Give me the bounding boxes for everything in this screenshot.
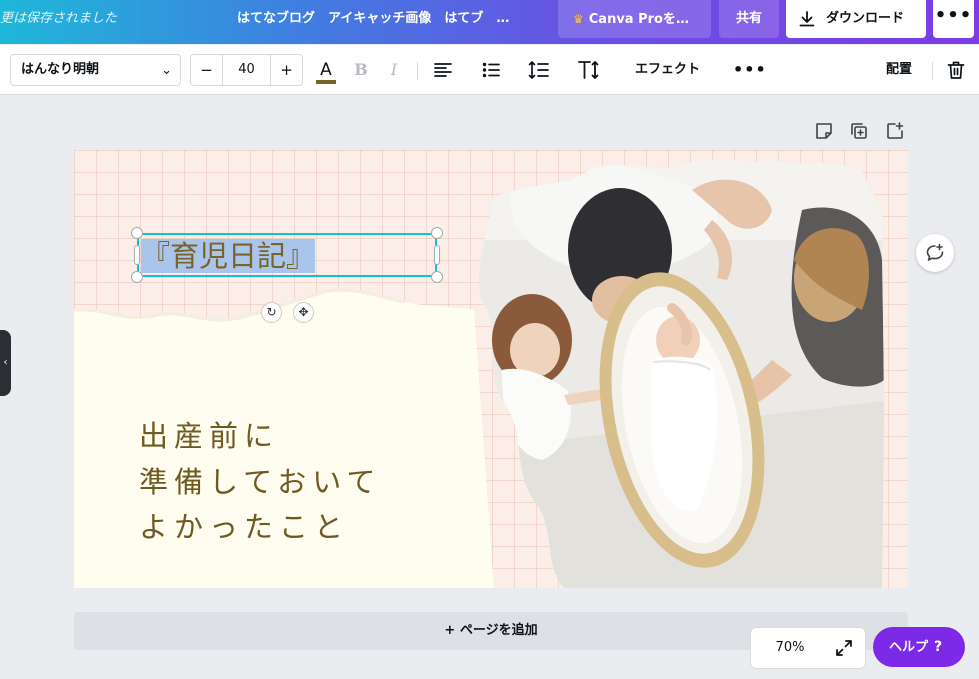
download-icon <box>799 11 815 27</box>
chevron-down-icon: ⌄ <box>161 63 172 78</box>
help-button[interactable]: ヘルプ? <box>873 627 965 667</box>
fullscreen-icon[interactable] <box>834 638 854 658</box>
font-size-stepper: − 40 + <box>190 54 303 86</box>
save-status: 更は保存されました <box>0 11 118 26</box>
question-icon: ? <box>934 639 943 655</box>
resize-handle-top-right[interactable] <box>431 227 443 239</box>
position-button[interactable]: 配置 <box>877 54 921 86</box>
top-bar: 更は保存されました はてなブログ アイキャッチ画像 はてブ … ♛ Canva P… <box>0 0 979 44</box>
bullet-list-icon <box>482 62 500 78</box>
more-menu-button[interactable]: ••• <box>933 0 974 38</box>
effects-button[interactable]: エフェクト <box>620 54 715 86</box>
resize-handle-right[interactable] <box>434 245 440 265</box>
line-spacing-icon <box>528 61 549 79</box>
decrease-font-size-button[interactable]: − <box>191 55 223 85</box>
trash-icon <box>947 61 965 79</box>
text-color-button[interactable]: A <box>314 54 338 86</box>
chevron-left-icon: ‹ <box>3 357 8 368</box>
toolbar-more-button[interactable]: ••• <box>733 54 766 86</box>
font-family-dropdown[interactable]: はんなり明朝 ⌄ <box>10 54 181 86</box>
italic-button[interactable]: I <box>383 54 405 86</box>
spacing-button[interactable] <box>527 54 551 86</box>
toolbar-divider <box>417 62 418 80</box>
move-button[interactable]: ✥ <box>293 302 314 323</box>
note-icon[interactable] <box>814 121 834 141</box>
text-color-swatch <box>316 80 336 84</box>
bold-button[interactable]: B <box>350 54 372 86</box>
text-size-button[interactable] <box>576 54 602 86</box>
text-color-glyph: A <box>320 60 332 80</box>
add-page-icon[interactable] <box>885 121 905 141</box>
font-family-value: はんなり明朝 <box>21 62 100 77</box>
resize-handle-left[interactable] <box>134 245 140 265</box>
list-button[interactable] <box>479 54 503 86</box>
add-comment-button[interactable] <box>916 234 954 272</box>
project-title[interactable]: はてなブログ アイキャッチ画像 はてブ … <box>237 0 509 38</box>
body-text-line-1[interactable]: 出産前に <box>139 416 279 456</box>
delete-button[interactable] <box>943 54 969 86</box>
collapse-panel-handle[interactable]: ‹ <box>0 330 11 396</box>
download-label: ダウンロード <box>826 11 905 26</box>
title-text[interactable]: 『育児日記』 <box>141 236 316 276</box>
toolbar-divider <box>932 62 933 80</box>
align-left-icon <box>434 63 452 77</box>
rotate-icon: ↻ <box>266 305 277 319</box>
comment-add-icon <box>926 243 944 261</box>
share-button[interactable]: 共有 <box>719 0 779 38</box>
resize-handle-bottom-right[interactable] <box>431 271 443 283</box>
canva-pro-label: Canva Proを… <box>588 12 689 27</box>
text-size-icon <box>578 61 599 79</box>
canva-pro-button[interactable]: ♛ Canva Proを… <box>558 0 711 38</box>
crown-icon: ♛ <box>573 12 584 26</box>
increase-font-size-button[interactable]: + <box>270 55 302 85</box>
rotate-button[interactable]: ↻ <box>261 302 282 323</box>
family-photo[interactable] <box>472 150 892 588</box>
body-text-line-2[interactable]: 準備しておいて <box>139 462 381 502</box>
body-text-line-3[interactable]: よかったこと <box>139 507 349 547</box>
duplicate-icon[interactable] <box>849 121 869 141</box>
selected-title-text: 『育児日記』 <box>141 239 316 273</box>
align-button[interactable] <box>431 54 455 86</box>
zoom-level[interactable]: 70% <box>751 628 829 668</box>
help-label: ヘルプ <box>889 640 929 655</box>
download-button[interactable]: ダウンロード <box>786 0 926 38</box>
move-icon: ✥ <box>298 305 309 319</box>
resize-handle-top-left[interactable] <box>131 227 143 239</box>
text-toolbar: はんなり明朝 ⌄ − 40 + A B I エフェクト ••• 配置 <box>0 45 979 95</box>
zoom-control: 70% <box>750 627 866 669</box>
font-size-input[interactable]: 40 <box>223 55 270 85</box>
resize-handle-bottom-left[interactable] <box>131 271 143 283</box>
